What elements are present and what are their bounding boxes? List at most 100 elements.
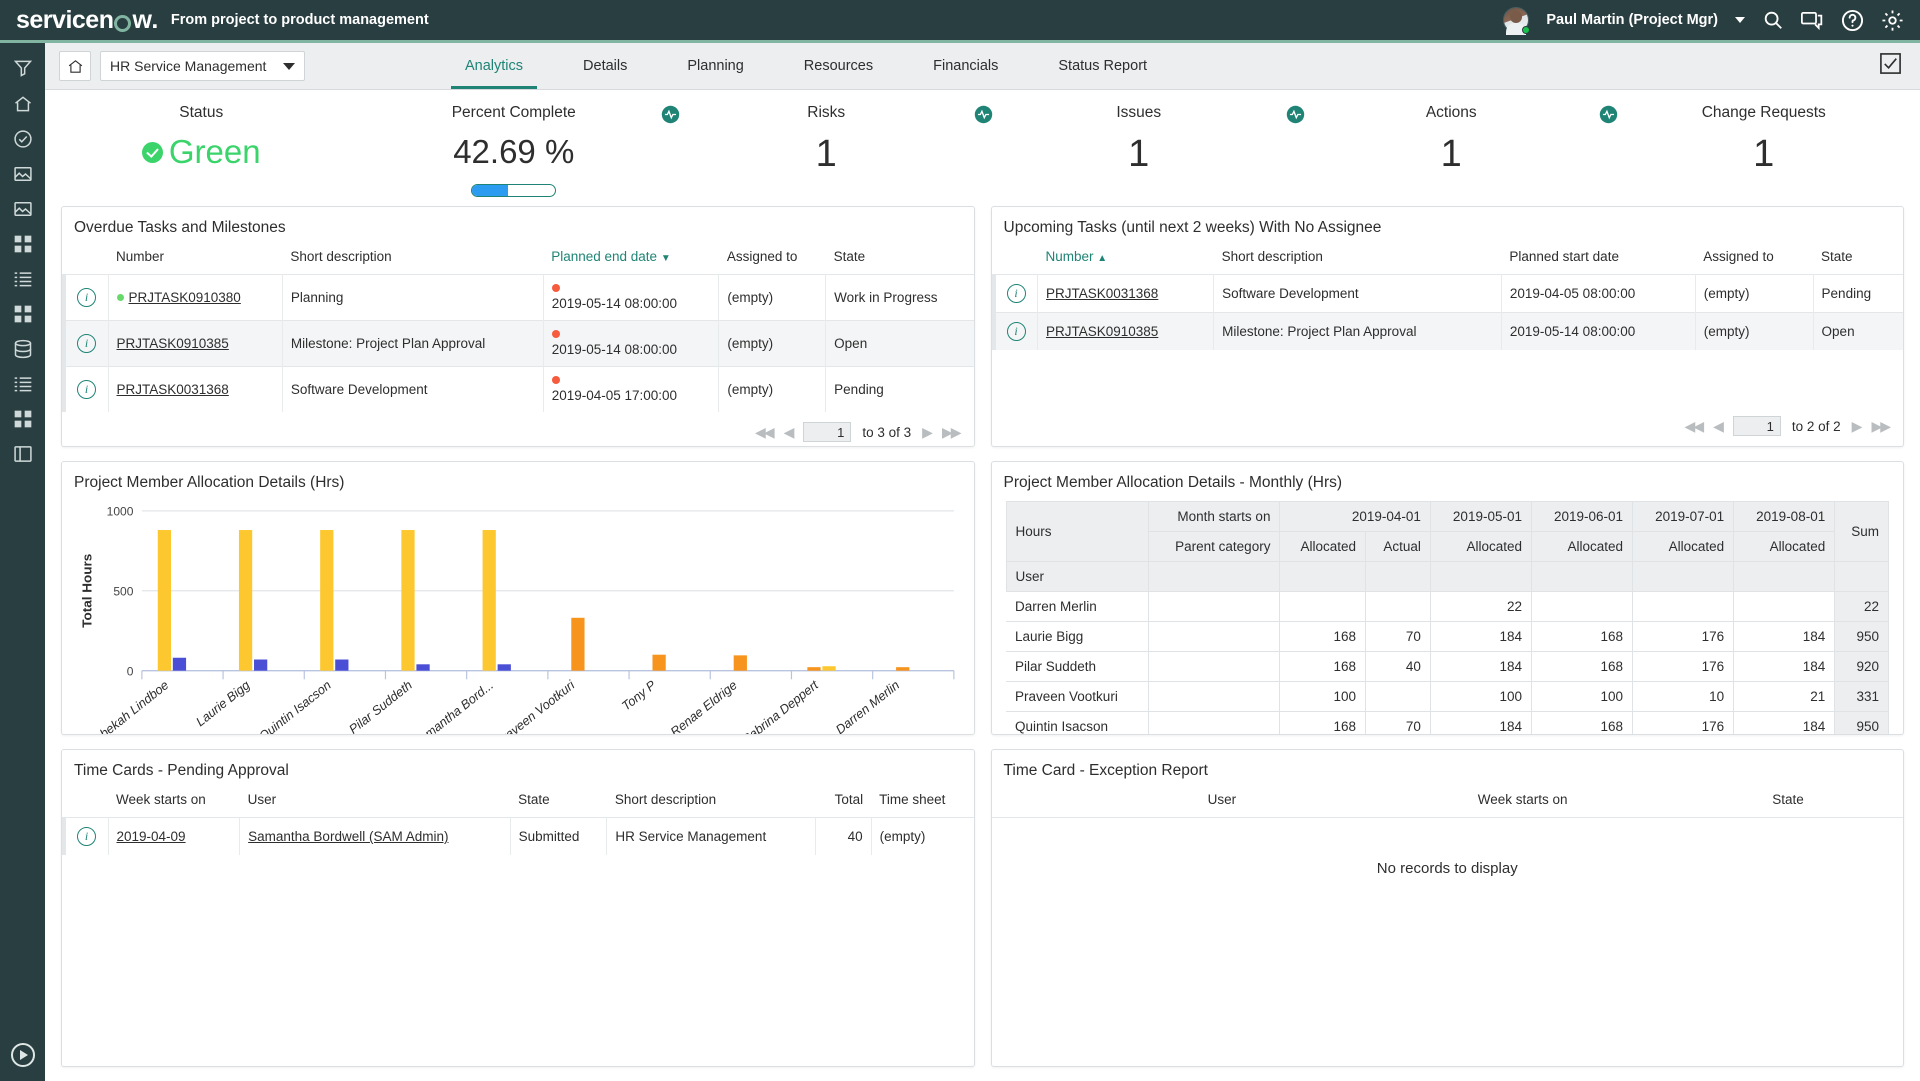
pivot-value-cell: 168 xyxy=(1530,711,1634,734)
col-short-description[interactable]: Short description xyxy=(1214,246,1502,275)
tab-financials[interactable]: Financials xyxy=(903,43,1028,89)
next-page-button[interactable]: ▶ xyxy=(922,424,933,441)
tagline: From project to product management xyxy=(170,12,429,28)
pivot-row[interactable]: Quintin Isacson 168 70 184 168 176 184 950 xyxy=(1006,711,1889,734)
tab-planning[interactable]: Planning xyxy=(657,43,773,89)
servicenow-logo[interactable]: servicen w. xyxy=(16,7,158,33)
last-page-button[interactable]: ▶▶ xyxy=(942,424,961,441)
play-button[interactable] xyxy=(10,1043,35,1067)
col-number[interactable]: Number xyxy=(108,246,282,275)
pivot-row[interactable]: Pilar Suddeth 168 40 184 168 176 184 920 xyxy=(1006,651,1889,682)
record-link[interactable]: 2019-04-09 xyxy=(117,829,186,844)
col-assigned-to[interactable]: Assigned to xyxy=(719,246,826,275)
table-header-row: User Week starts on State xyxy=(992,789,1904,817)
table-row[interactable]: i PRJTASK0031368 Software Development 20… xyxy=(62,366,974,412)
check-circle-icon[interactable] xyxy=(13,129,33,149)
overdue-dot-icon xyxy=(551,376,560,384)
image-alt-icon[interactable] xyxy=(13,199,33,219)
avatar[interactable] xyxy=(1503,7,1531,35)
pivot-value-cell: 168 xyxy=(1530,651,1634,682)
prev-page-button[interactable]: ◀ xyxy=(1713,418,1724,435)
topbar-right-cluster: Paul Martin (Project Mgr) xyxy=(1503,7,1904,35)
col-total[interactable]: Total xyxy=(816,789,871,818)
tab-status-report[interactable]: Status Report xyxy=(1028,43,1177,89)
col-state[interactable]: State xyxy=(826,246,974,275)
allocation-bar-chart[interactable]: 0 500 1000 Total Hours Rebekah Lindboe Laurie… xyxy=(72,501,964,735)
col-planned-start-date[interactable]: Planned start date xyxy=(1501,246,1695,275)
tab-analytics[interactable]: Analytics xyxy=(435,43,553,89)
list-alt-icon[interactable] xyxy=(13,374,33,394)
info-icon[interactable]: i xyxy=(77,380,96,399)
col-user[interactable]: User xyxy=(240,789,510,818)
home-icon[interactable] xyxy=(13,94,33,114)
pivot-row[interactable]: Darren Merlin 22 22 xyxy=(1006,591,1889,622)
first-page-button[interactable]: ◀◀ xyxy=(755,424,774,441)
pivot-row[interactable]: Laurie Bigg 168 70 184 168 176 184 950 xyxy=(1006,621,1889,652)
svg-text:Quintin Isacson: Quintin Isacson xyxy=(256,677,334,735)
checkbox-icon[interactable] xyxy=(1879,52,1902,80)
list-icon[interactable] xyxy=(13,269,33,289)
pivot-value-cell: 22 xyxy=(1429,591,1532,622)
kpi-label: Percent Complete xyxy=(451,104,576,121)
user-name-label[interactable]: Paul Martin (Project Mgr) xyxy=(1546,12,1718,28)
gear-icon[interactable] xyxy=(1881,9,1904,32)
help-icon[interactable] xyxy=(1841,9,1864,32)
col-number[interactable]: Number ▲ xyxy=(1038,246,1214,275)
page-input[interactable]: 1 xyxy=(1732,416,1781,436)
table-row[interactable]: i PRJTASK0910380 Planning 2019-05-14 08:… xyxy=(62,274,974,321)
record-link[interactable]: PRJTASK0910385 xyxy=(1046,324,1158,339)
chevron-down-icon[interactable] xyxy=(1735,17,1745,23)
svg-text:Samantha Bord...: Samantha Bord... xyxy=(409,677,496,735)
col-user[interactable]: User xyxy=(1072,789,1373,817)
database-icon[interactable] xyxy=(13,339,33,359)
tab-resources[interactable]: Resources xyxy=(774,43,903,89)
grid-icon[interactable] xyxy=(13,234,33,254)
info-icon[interactable]: i xyxy=(77,334,96,353)
info-icon[interactable]: i xyxy=(1006,284,1026,303)
record-link[interactable]: PRJTASK0031368 xyxy=(1046,286,1158,301)
user-link[interactable]: Samantha Bordwell (SAM Admin) xyxy=(248,829,448,844)
table-row[interactable]: i PRJTASK0031368 Software Development 20… xyxy=(991,274,1903,313)
pivot-sub-actual: Actual xyxy=(1365,531,1431,562)
last-page-button[interactable]: ▶▶ xyxy=(1871,418,1890,435)
panel-icon[interactable] xyxy=(13,444,33,464)
prev-page-button[interactable]: ◀ xyxy=(784,424,795,441)
table-row[interactable]: i PRJTASK0910385 Milestone: Project Plan… xyxy=(991,312,1903,350)
image-icon[interactable] xyxy=(13,164,33,184)
pivot-sub-allocated: Allocated xyxy=(1279,531,1367,562)
svg-text:Pilar Suddeth: Pilar Suddeth xyxy=(346,677,415,735)
info-icon[interactable]: i xyxy=(1006,322,1026,341)
pivot-row[interactable]: Praveen Vootkuri 100 100 100 10 21 331 xyxy=(1006,681,1889,712)
filter-icon[interactable] xyxy=(13,57,33,79)
col-week-starts-on[interactable]: Week starts on xyxy=(108,789,240,818)
cell-description: Software Development xyxy=(282,366,544,412)
grid-alt-icon[interactable] xyxy=(13,304,33,324)
col-time-sheet[interactable]: Time sheet xyxy=(871,789,973,818)
col-short-description[interactable]: Short description xyxy=(282,246,543,275)
next-page-button[interactable]: ▶ xyxy=(1852,418,1863,435)
project-select[interactable]: HR Service Management xyxy=(100,51,305,81)
col-week-starts-on[interactable]: Week starts on xyxy=(1372,789,1673,817)
pivot-scroll[interactable]: Hours Month starts on 2019-04-01 2019-05… xyxy=(992,501,1904,734)
record-link[interactable]: PRJTASK0031368 xyxy=(117,382,229,397)
col-state[interactable]: State xyxy=(510,789,607,818)
col-state[interactable]: State xyxy=(1813,246,1903,275)
tab-details[interactable]: Details xyxy=(553,43,657,89)
info-icon[interactable]: i xyxy=(77,288,96,307)
col-assigned-to[interactable]: Assigned to xyxy=(1695,246,1813,275)
col-short-description[interactable]: Short description xyxy=(607,789,816,818)
record-link[interactable]: PRJTASK0910385 xyxy=(117,336,229,351)
chat-icon[interactable] xyxy=(1801,9,1824,31)
info-icon[interactable]: i xyxy=(77,827,96,846)
home-button[interactable] xyxy=(59,51,91,81)
first-page-button[interactable]: ◀◀ xyxy=(1685,418,1704,435)
col-planned-end-date[interactable]: Planned end date ▼ xyxy=(543,246,719,275)
col-state[interactable]: State xyxy=(1673,789,1903,817)
grid-third-icon[interactable] xyxy=(13,409,33,429)
table-row[interactable]: i PRJTASK0910385 Milestone: Project Plan… xyxy=(62,320,974,367)
page-input[interactable]: 1 xyxy=(803,422,852,442)
table-row[interactable]: i 2019-04-09 Samantha Bordwell (SAM Admi… xyxy=(62,817,974,855)
record-link[interactable]: PRJTASK0910380 xyxy=(129,290,241,305)
pivot-sub-allocated: Allocated xyxy=(1530,531,1634,562)
search-icon[interactable] xyxy=(1762,9,1784,31)
